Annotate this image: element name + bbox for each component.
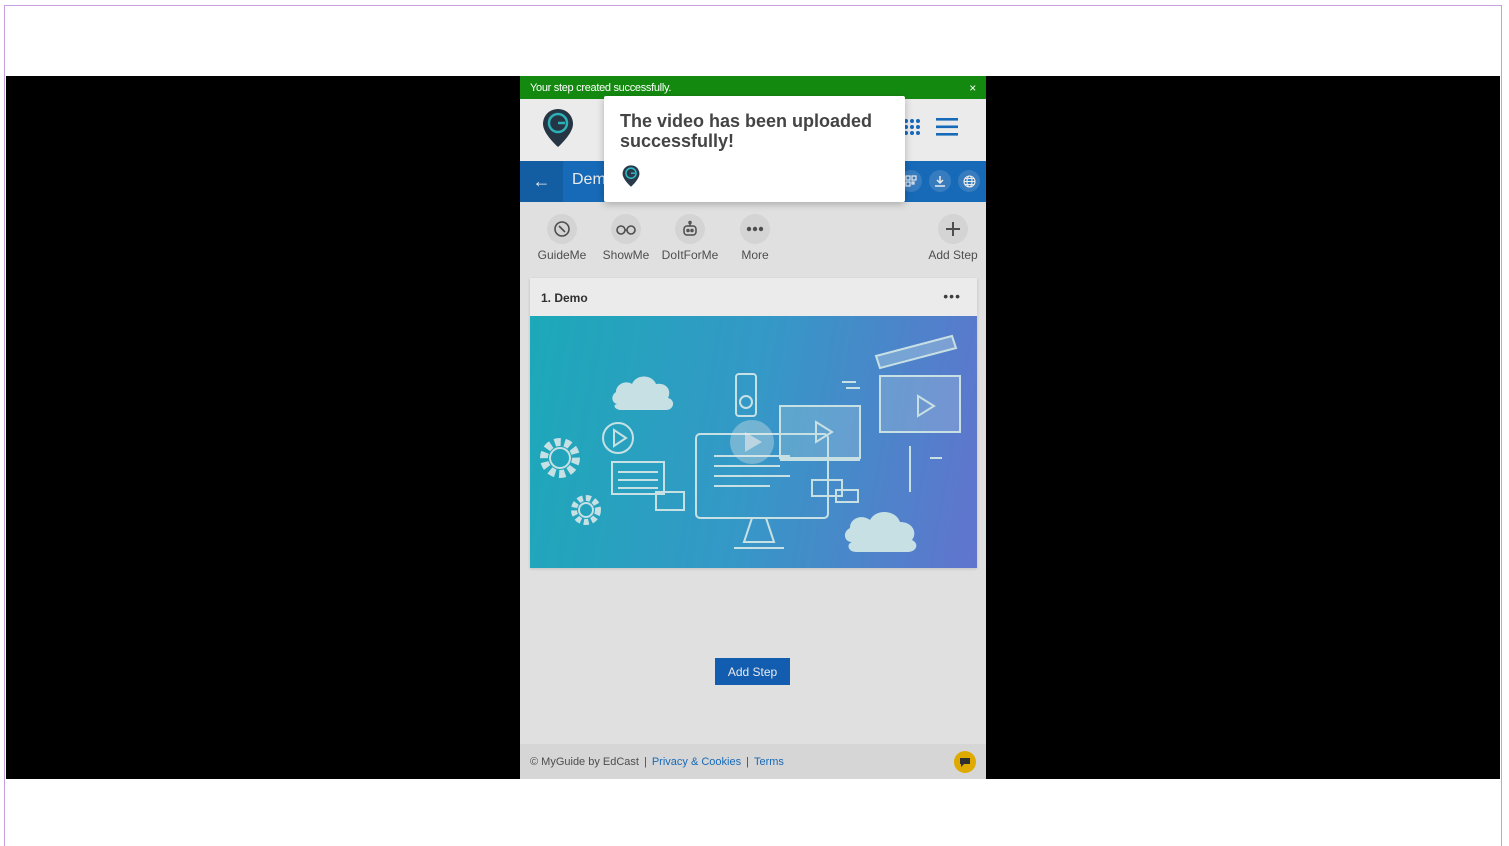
terms-link[interactable]: Terms bbox=[754, 756, 784, 768]
tool-showme[interactable]: ShowMe bbox=[596, 214, 656, 262]
myguide-logo-icon bbox=[622, 164, 640, 193]
footer-separator: | bbox=[746, 755, 749, 768]
steps-content: 1. Demo ••• Add Step bbox=[520, 270, 986, 744]
automation-toolbar: GuideMe ShowMe DoItForMe More Add Step bbox=[520, 202, 986, 270]
binoculars-icon bbox=[611, 214, 641, 244]
footer-separator: | bbox=[643, 755, 647, 768]
tool-guideme[interactable]: GuideMe bbox=[532, 214, 592, 262]
tool-add-step[interactable]: Add Step bbox=[923, 214, 983, 262]
apps-grid-icon[interactable] bbox=[902, 117, 922, 142]
tool-label: More bbox=[741, 248, 769, 262]
tool-doitforme[interactable]: DoItForMe bbox=[660, 214, 720, 262]
chat-icon[interactable] bbox=[954, 751, 976, 773]
globe-icon[interactable] bbox=[958, 170, 980, 192]
privacy-link[interactable]: Privacy & Cookies bbox=[652, 756, 741, 768]
tool-label: DoItForMe bbox=[661, 248, 719, 262]
tool-label: GuideMe bbox=[537, 248, 587, 262]
myguide-logo-icon bbox=[542, 108, 574, 153]
more-dots-icon bbox=[740, 214, 770, 244]
copyright-text: © MyGuide by EdCast bbox=[530, 755, 639, 768]
compass-icon bbox=[547, 214, 577, 244]
guide-title: Dem bbox=[572, 171, 606, 188]
tool-label: Add Step bbox=[928, 248, 978, 262]
hamburger-menu-icon[interactable] bbox=[936, 118, 958, 141]
step-title: 1. Demo bbox=[541, 291, 588, 305]
robot-icon bbox=[675, 214, 705, 244]
back-arrow-icon[interactable]: ← bbox=[520, 161, 563, 202]
tool-label: ShowMe bbox=[602, 248, 650, 262]
video-thumbnail[interactable] bbox=[530, 316, 977, 568]
step-card[interactable]: 1. Demo ••• bbox=[530, 278, 977, 568]
download-icon[interactable] bbox=[929, 170, 951, 192]
tool-more[interactable]: More bbox=[725, 214, 785, 262]
upload-success-popup: The video has been uploaded successfully… bbox=[604, 96, 905, 202]
plus-icon bbox=[938, 214, 968, 244]
step-menu-button[interactable]: ••• bbox=[943, 288, 961, 304]
add-step-button[interactable]: Add Step bbox=[715, 658, 790, 685]
toast-message: Your step created successfully. bbox=[530, 81, 672, 94]
footer: © MyGuide by EdCast | Privacy & Cookies … bbox=[520, 744, 986, 779]
toast-close-button[interactable]: × bbox=[969, 81, 976, 95]
popup-message: The video has been uploaded successfully… bbox=[620, 111, 873, 151]
